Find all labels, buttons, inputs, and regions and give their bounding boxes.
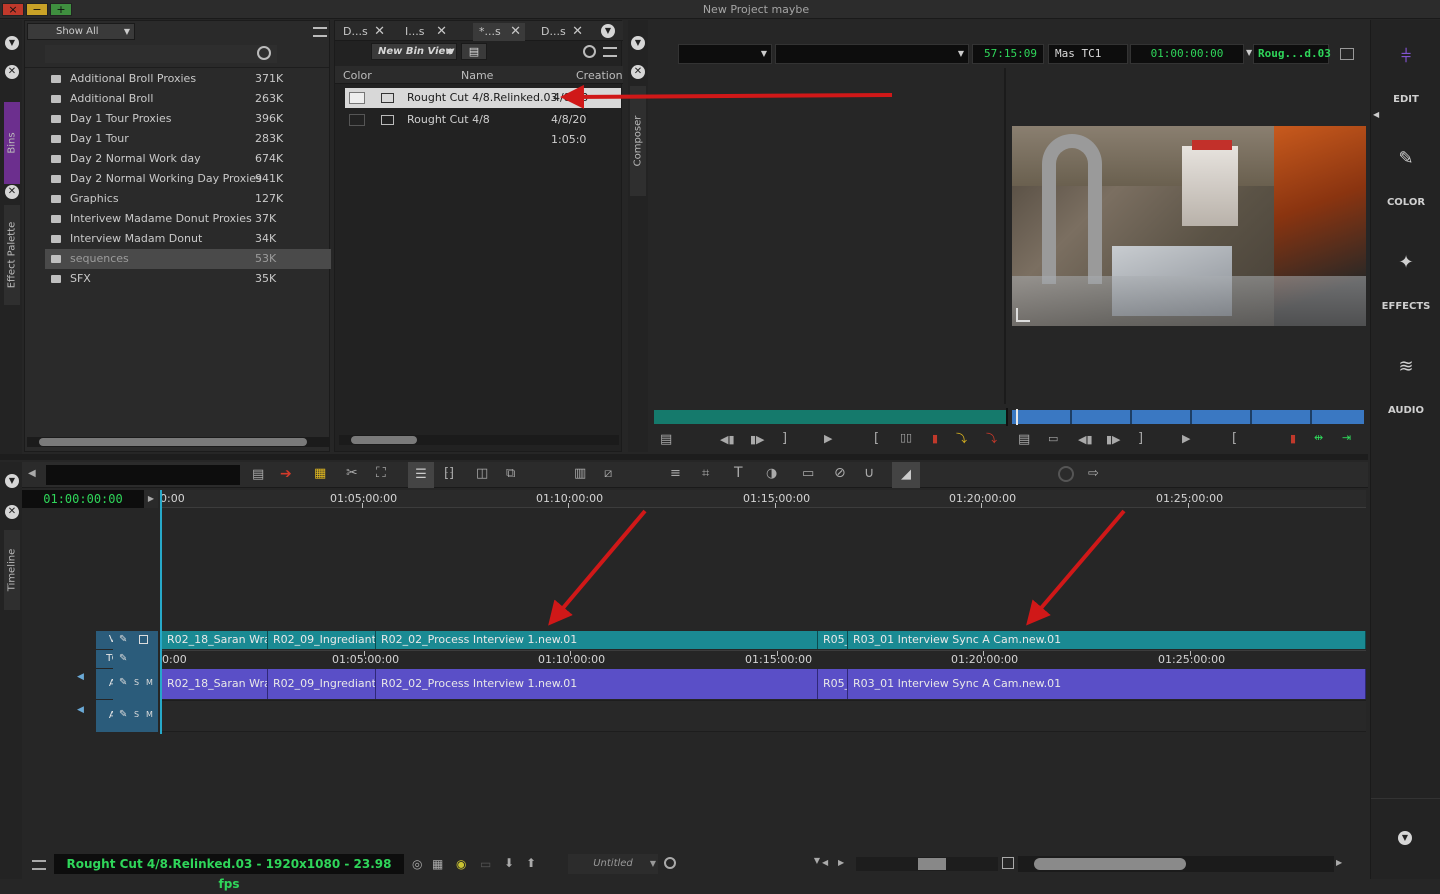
annotation-arrow-clip-1 <box>548 509 647 626</box>
annotation-arrow-clip-2 <box>1026 509 1126 626</box>
annotation-arrows <box>548 84 1126 626</box>
annotation-arrow-bin <box>560 84 893 109</box>
